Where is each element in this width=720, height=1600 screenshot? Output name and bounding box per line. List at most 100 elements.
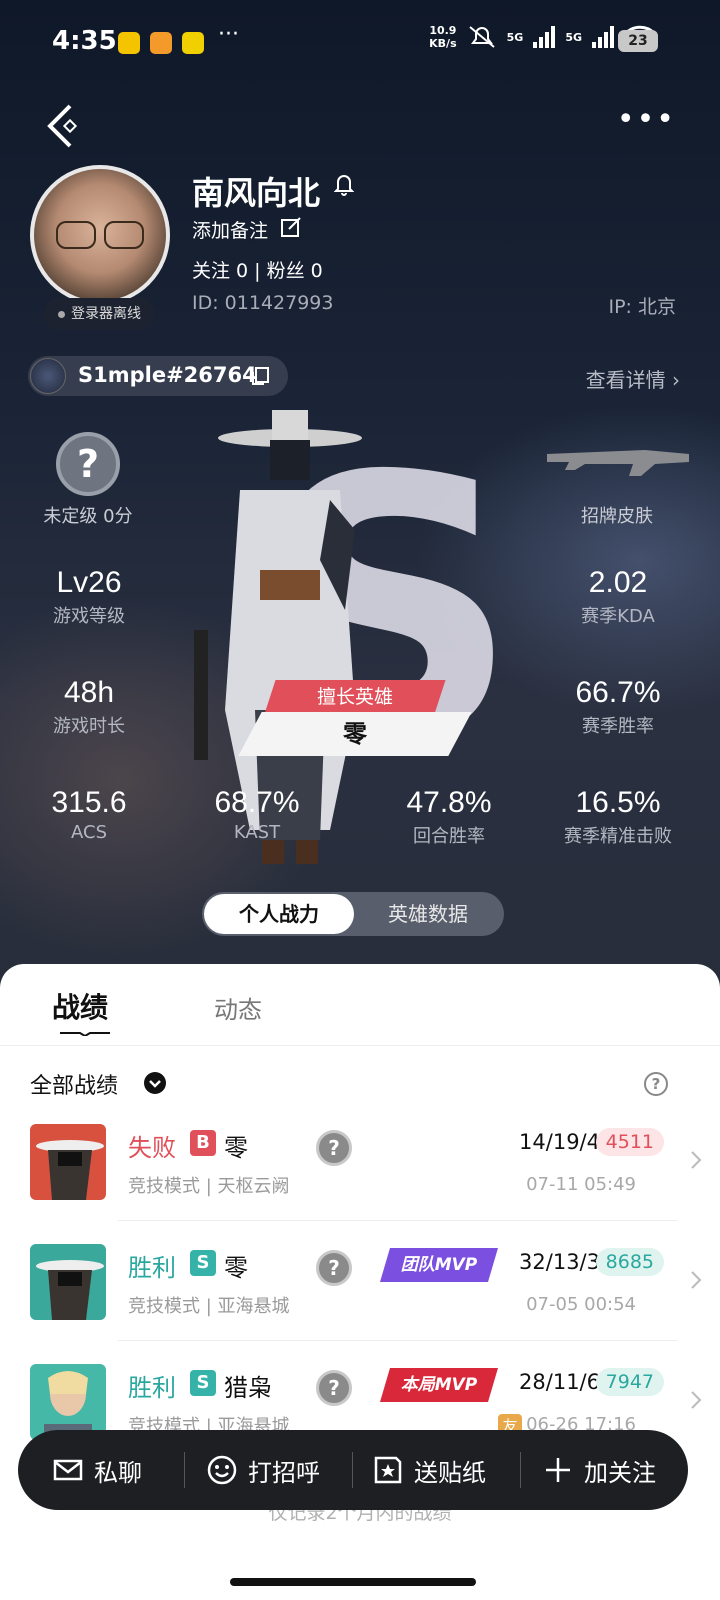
match-score: 7947 — [595, 1368, 664, 1396]
team-mvp-badge: 团队MVP — [380, 1248, 498, 1282]
view-details-link[interactable]: 查看详情 › — [586, 364, 680, 393]
records-tabs: 战绩 动态 — [0, 964, 720, 1046]
action-bar: 私聊 打招呼 送贴纸 加关注 — [18, 1430, 688, 1510]
tab-records[interactable]: 战绩 — [52, 986, 108, 1026]
divider — [184, 1452, 185, 1488]
match-date: 07-11 05:49 — [526, 1174, 636, 1195]
stat-acs: 315.6 ACS — [51, 786, 127, 843]
status-time: 4:35 — [52, 26, 117, 56]
mute-icon — [468, 26, 495, 48]
signal-label-2: 5G — [565, 30, 582, 44]
divider — [520, 1452, 521, 1488]
copy-icon[interactable] — [250, 366, 270, 386]
follow-button[interactable]: 加关注 — [542, 1430, 656, 1510]
more-options-icon[interactable]: ••• — [617, 105, 676, 135]
skin-label: 招牌皮肤 — [581, 506, 653, 527]
divider — [352, 1452, 353, 1488]
match-mode: 竞技模式 | 天枢云阙 — [128, 1176, 290, 1197]
user-id: ID: 011427993 — [192, 292, 334, 314]
more-notifications-icon: ··· — [218, 22, 239, 47]
match-date: 07-05 00:54 — [526, 1294, 636, 1315]
match-row[interactable]: 胜利 S 零 ? 团队MVP 竞技模式 | 亚海悬城 32/13/3 8685 … — [0, 1244, 720, 1364]
net-speed: 10.9 KB/s — [429, 24, 457, 50]
match-grade-badge: B — [190, 1130, 216, 1156]
tab-agent-data[interactable]: 英雄数据 — [354, 894, 502, 934]
match-row[interactable]: 失败 B 零 ? 竞技模式 | 天枢云阙 14/19/4 4511 07-11 … — [0, 1124, 720, 1244]
stat-kast: 68.7% KAST — [214, 786, 300, 843]
rank-unknown-icon: ? — [316, 1250, 352, 1286]
favorite-agent-name: 零 — [238, 712, 472, 756]
riot-id-pill[interactable]: S1mple#26764 — [28, 356, 288, 396]
stat-headshot: 16.5% 赛季精准击败 — [564, 786, 672, 847]
ip-location: IP: 北京 — [608, 296, 676, 318]
match-agent: 零 — [224, 1134, 248, 1162]
signal-icon-1 — [533, 26, 556, 48]
back-icon[interactable] — [44, 102, 84, 150]
chat-button[interactable]: 私聊 — [52, 1430, 142, 1510]
bell-icon[interactable] — [334, 172, 354, 196]
match-grade-badge: S — [190, 1250, 216, 1276]
match-kda: 14/19/4 — [519, 1130, 600, 1154]
add-remark-link[interactable]: 添加备注 — [192, 216, 268, 243]
agent-thumbnail — [30, 1364, 106, 1440]
row-divider — [118, 1220, 678, 1221]
stat-round-win: 47.8% 回合胜率 — [406, 786, 492, 847]
match-result: 胜利 — [128, 1374, 176, 1402]
match-agent: 猎枭 — [224, 1374, 272, 1402]
match-agent: 零 — [224, 1254, 248, 1282]
help-icon[interactable]: ? — [644, 1072, 668, 1096]
agent-thumbnail — [30, 1244, 106, 1320]
match-result: 失败 — [128, 1134, 176, 1162]
sticker-icon — [374, 1456, 402, 1484]
edit-icon[interactable] — [280, 216, 302, 238]
rank-unknown-icon: ? — [316, 1130, 352, 1166]
battery-indicator: 23 — [618, 30, 658, 52]
match-kda: 32/13/3 — [519, 1250, 600, 1274]
chevron-right-icon — [691, 1271, 702, 1289]
match-kda: 28/11/6 — [519, 1370, 600, 1394]
signal-icon-2 — [592, 26, 614, 48]
tab-indicator — [60, 1032, 110, 1036]
stat-kda: 2.02 赛季KDA — [581, 566, 655, 627]
signal-label-1: 5G — [506, 30, 524, 44]
rifle-skin-icon — [547, 450, 689, 476]
avatar[interactable] — [30, 165, 170, 305]
smile-icon — [207, 1455, 237, 1485]
chevron-down-icon[interactable] — [144, 1072, 166, 1094]
riot-id: S1mple#26764 — [78, 363, 257, 387]
rank-unknown-icon: ? — [316, 1370, 352, 1406]
riot-avatar — [30, 358, 66, 394]
plus-icon — [546, 1458, 570, 1482]
greet-button[interactable]: 打招呼 — [206, 1430, 320, 1510]
tab-personal-power[interactable]: 个人战力 — [204, 894, 354, 934]
nickname: 南风向北 — [192, 174, 321, 212]
match-grade-badge: S — [190, 1370, 216, 1396]
unranked-icon: ? — [56, 432, 120, 496]
sticker-button[interactable]: 送贴纸 — [372, 1430, 486, 1510]
row-divider — [118, 1340, 678, 1341]
stat-hours: 48h 游戏时长 — [53, 676, 125, 737]
tab-feed[interactable]: 动态 — [214, 990, 262, 1025]
stats-toggle: 个人战力 英雄数据 — [202, 892, 504, 936]
avatar-glasses-right — [104, 221, 144, 249]
app-notification-icon-2 — [182, 32, 204, 54]
chevron-right-icon — [691, 1151, 702, 1169]
avatar-glasses-left — [56, 221, 96, 249]
rank-label: 未定级 0分 — [43, 506, 133, 527]
app-notification-icon — [150, 32, 172, 54]
client-status-badge: 登录器离线 — [44, 298, 155, 330]
match-mode: 竞技模式 | 亚海悬城 — [128, 1296, 290, 1317]
match-mvp-badge: 本局MVP — [380, 1368, 498, 1402]
stat-level: Lv26 游戏等级 — [53, 566, 125, 627]
favorite-agent-tag: 擅长英雄 — [264, 680, 446, 714]
match-score: 8685 — [595, 1248, 664, 1276]
chevron-right-icon — [691, 1391, 702, 1409]
home-indicator[interactable] — [230, 1578, 476, 1586]
match-score: 4511 — [595, 1128, 664, 1156]
mail-icon — [53, 1459, 83, 1481]
agent-thumbnail — [30, 1124, 106, 1200]
stat-winrate: 66.7% 赛季胜率 — [575, 676, 661, 737]
status-bar: 4:35 ··· 10.9 KB/s 5G 5G 23 — [0, 22, 720, 62]
follow-counts[interactable]: 关注 0 | 粉丝 0 — [192, 256, 323, 283]
records-filter[interactable]: 全部战绩 — [30, 1068, 118, 1100]
